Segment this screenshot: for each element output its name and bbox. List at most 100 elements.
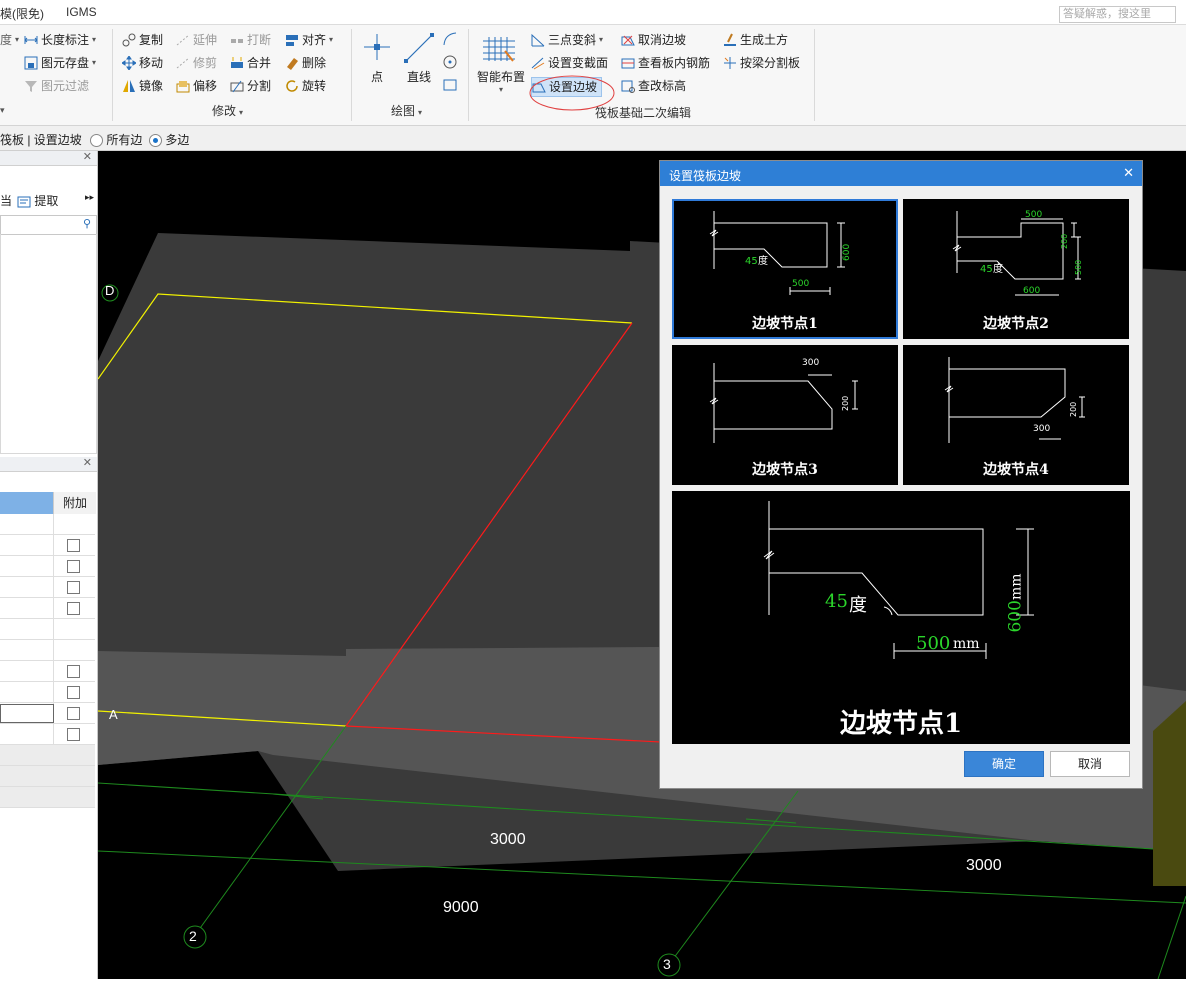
offset-label: 偏移 [193,79,218,93]
panel-toolbar: 当 提取 ▸▸ [0,192,94,209]
close-icon[interactable]: ✕ [83,456,92,469]
element-filter-button[interactable]: 图元过滤 [24,77,89,95]
diagram-dim: 300 [1033,424,1050,434]
slope-node-2-tile[interactable]: 500 200 500 45 度 600 边坡节点2 [903,199,1129,339]
dialog-title-bar: 设置筏板边坡 ✕ [660,161,1142,186]
align-button[interactable]: 对齐 ▾ [285,31,333,49]
extend-label: 延伸 [193,33,218,47]
extend-button[interactable]: 延伸 [176,31,217,49]
save-element-button[interactable]: 图元存盘 ▾ [24,54,96,72]
offset-icon [176,79,190,93]
view-rebar-button[interactable]: 查看板内钢筋 [621,54,710,72]
slope-node-3-tile[interactable]: 300 200 边坡节点3 [672,345,898,485]
close-icon[interactable]: ✕ [1123,165,1134,181]
line-button[interactable]: 直线 [402,31,436,87]
radio-multi-edges-label: 多边 [165,133,190,147]
copy-label: 复制 [139,33,164,47]
diagram-dim: 500 [1074,260,1083,275]
rotate-button[interactable]: 旋转 [285,77,326,95]
row-checkbox[interactable] [67,728,80,741]
ok-button[interactable]: 确定 [964,751,1044,777]
draw-group-label[interactable]: 绘图 ▾ [391,102,422,119]
radio-all-edges-label: 所有边 [106,133,143,147]
radio-multi-edges-circle[interactable] [149,134,162,148]
slope-node-1-caption: 边坡节点1 [752,316,818,332]
separator [468,29,469,121]
point-icon [364,34,390,60]
slope-node-4-tile[interactable]: 200 300 边坡节点4 [903,345,1129,485]
modify-group-text: 修改 [212,104,237,118]
grid-line [1157,895,1186,980]
diagram-dim: 200 [841,396,850,411]
tree-view[interactable] [0,234,97,454]
smart-layout-button[interactable]: 智能布置 ▾ [475,31,527,101]
row-checkbox[interactable] [67,560,80,573]
panel-header-bottom: ✕ [0,457,97,472]
close-icon[interactable]: ✕ [83,150,92,163]
change-elevation-button[interactable]: 查改标高 [621,77,686,95]
trim-button[interactable]: 修剪 [176,54,217,72]
radio-multi-edges[interactable]: 多边 [149,131,189,148]
radio-all-edges[interactable]: 所有边 [90,131,142,148]
separator [351,29,352,121]
rotate-label: 旋转 [302,79,327,93]
dropdown-stub[interactable]: 度 ▾ [0,31,19,49]
panel-search-input[interactable]: ⚲ [0,215,97,235]
three-point-slope-button[interactable]: 三点变斜 ▾ [531,31,603,49]
table-row [0,703,95,724]
cancel-button[interactable]: 取消 [1050,751,1130,777]
separator [814,29,815,121]
mirror-button[interactable]: 镜像 [122,77,163,95]
extract-button[interactable]: 提取 [34,194,58,208]
row-checkbox[interactable] [67,686,80,699]
length-dimension-button[interactable]: 长度标注 ▾ [24,31,96,49]
align-label: 对齐 [302,33,327,47]
more-icon[interactable]: ▸▸ [85,192,94,203]
extract-icon [17,195,31,209]
extend-icon [176,33,190,47]
arc-button[interactable] [441,30,459,48]
rectangle-button[interactable] [441,76,459,94]
offset-button[interactable]: 偏移 [176,77,217,95]
diagram-dim: 600 [842,244,852,261]
copy-button[interactable]: 复制 [122,31,163,49]
column-block [1153,701,1186,886]
diagram-angle: 45 [745,256,758,267]
modify-group-label[interactable]: 修改 ▾ [212,102,243,119]
cancel-slope-button[interactable]: 取消边坡 [621,31,686,49]
title-bar: 模(限免) IGMS 答疑解惑，搜这里 [0,0,1186,25]
merge-button[interactable]: 合并 [230,54,271,72]
row-checkbox[interactable] [67,539,80,552]
split-by-beam-button[interactable]: 按梁分割板 [723,54,800,72]
row-checkbox[interactable] [67,707,80,720]
slope-node-1-tile[interactable]: 45 度 600 500 边坡节点1 [672,199,898,339]
trim-icon [176,56,190,70]
circle-button[interactable] [441,53,459,71]
dimension-3000: 3000 [490,831,526,848]
split-button[interactable]: 分割 [230,77,271,95]
point-button[interactable]: 点 [362,31,392,87]
element-filter-label: 图元过滤 [41,79,90,93]
row-checkbox[interactable] [67,602,80,615]
table-row [0,577,95,598]
table-row [0,640,95,661]
row-checkbox[interactable] [67,581,80,594]
table-row [0,514,95,535]
row-checkbox[interactable] [67,665,80,678]
preview-angle: 45 [825,591,848,612]
slope-node-1-diagram: 45 度 600 500 [709,211,852,295]
group-expand-icon[interactable]: ▾ [0,105,5,116]
delete-button[interactable]: 删除 [285,54,326,72]
cell-editor[interactable] [0,704,54,723]
set-section-button[interactable]: 设置变截面 [531,54,608,72]
radio-all-edges-circle[interactable] [90,134,103,148]
smart-layout-icon [483,37,515,62]
panel-toolbar-fragment[interactable]: 当 [0,194,12,208]
search-input[interactable]: 答疑解惑，搜这里 [1059,6,1176,23]
break-label: 打断 [247,33,272,47]
break-button[interactable]: 打断 [230,31,271,49]
generate-earthwork-button[interactable]: 生成土方 [723,31,788,49]
move-button[interactable]: 移动 [121,54,163,72]
generate-earthwork-label: 生成土方 [740,33,789,47]
circle-icon [443,55,457,69]
